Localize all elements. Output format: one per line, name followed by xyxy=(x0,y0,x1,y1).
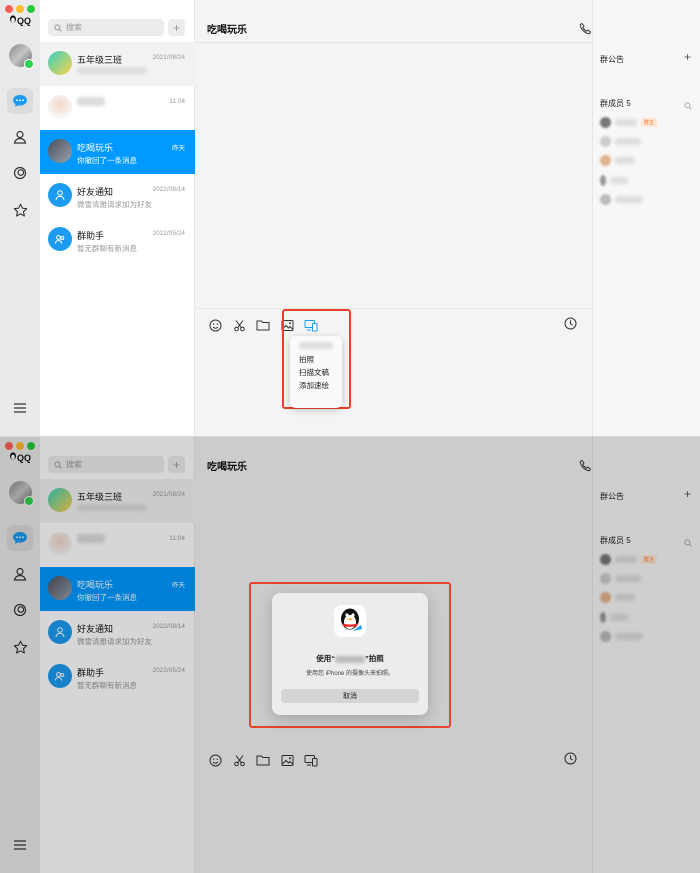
group-notice-label: 群公告 xyxy=(600,55,624,64)
owner-badge: 群主 xyxy=(641,118,658,127)
chat-preview-blurred xyxy=(77,67,147,76)
qq-window-menu-state: QQ 搜索 + 五年级三班 2021/08/24 11:04 吃喝玩乐 昨天 你… xyxy=(0,0,700,436)
clock-icon xyxy=(564,317,577,330)
camera-permission-dialog: 使用“ ”拍照 使用您 iPhone 的摄像头来拍照。 取消 xyxy=(272,593,428,715)
chat-item-private[interactable]: 11:04 xyxy=(40,86,195,130)
device-name-blurred xyxy=(299,342,333,351)
chat-time: 11:04 xyxy=(169,98,185,105)
main-menu-button[interactable] xyxy=(7,395,33,421)
space-nav-button[interactable] xyxy=(7,160,33,186)
chat-time: 2022/08/14 xyxy=(152,186,185,193)
chat-main: 吃喝玩乐 xyxy=(195,0,700,436)
chat-title: 吃喝玩乐 xyxy=(207,25,247,36)
messages-nav-button[interactable] xyxy=(7,88,33,114)
emoji-button[interactable] xyxy=(207,317,223,333)
chat-name: 吃喝玩乐 xyxy=(77,143,114,153)
penguin-icon xyxy=(10,15,16,23)
group-helper-avatar xyxy=(48,227,72,251)
qq-window-dialog-state: QQ 搜索 + 五年级三班 2021/08/24 11:04 吃喝玩乐 昨天 你… xyxy=(0,437,700,873)
chat-time: 2022/05/24 xyxy=(152,230,185,237)
search-input[interactable]: 搜索 xyxy=(48,19,164,36)
member-item[interactable]: 群主 xyxy=(600,117,658,128)
phone-icon xyxy=(579,23,591,35)
nav-rail: QQ xyxy=(0,0,40,436)
person-icon xyxy=(55,190,65,201)
zoom-window-button[interactable] xyxy=(27,5,35,13)
person-icon xyxy=(13,130,27,144)
member-item[interactable] xyxy=(600,136,641,147)
chat-time: 2021/08/24 xyxy=(152,54,185,61)
smiley-icon xyxy=(209,319,221,331)
group-avatar xyxy=(48,51,72,75)
member-item[interactable] xyxy=(600,194,643,205)
chat-bubble-icon xyxy=(13,95,27,107)
search-icon xyxy=(684,102,692,110)
chat-item-group-helper[interactable]: 群助手 2022/05/24 暂无群聊有新消息 xyxy=(40,218,195,262)
star-icon xyxy=(13,203,27,217)
chat-preview: 微雪清雅请求加为好友 xyxy=(77,200,152,209)
member-item[interactable] xyxy=(600,155,635,166)
history-button[interactable] xyxy=(564,317,580,333)
member-search-button[interactable] xyxy=(684,97,692,115)
contacts-nav-button[interactable] xyxy=(7,124,33,150)
user-avatar[interactable] xyxy=(9,44,34,69)
add-notice-button[interactable]: + xyxy=(684,50,691,64)
chat-name: 好友通知 xyxy=(77,187,114,197)
device-import-menu: 拍照 扫描文稿 添加速绘 xyxy=(290,336,342,408)
cancel-button[interactable]: 取消 xyxy=(281,689,419,703)
group-avatar xyxy=(48,139,72,163)
screenshot-button[interactable] xyxy=(231,317,247,333)
chat-time: 昨天 xyxy=(172,145,185,152)
minimize-window-button[interactable] xyxy=(16,5,24,13)
scissors-icon xyxy=(233,319,245,331)
window-controls xyxy=(5,5,35,13)
menu-item-scan-document[interactable]: 扫描文稿 xyxy=(299,367,329,378)
friend-avatar xyxy=(48,95,72,119)
search-placeholder: 搜索 xyxy=(66,23,82,32)
add-button[interactable]: + xyxy=(168,19,185,36)
input-divider xyxy=(195,308,592,309)
chat-name: 五年级三班 xyxy=(77,55,123,65)
dialog-subtitle: 使用您 iPhone 的摄像头来拍照。 xyxy=(305,671,395,677)
chat-item-friend-notice[interactable]: 好友通知 2022/08/14 微雪清雅请求加为好友 xyxy=(40,174,195,218)
chat-preview: 暂无群聊有新消息 xyxy=(77,244,137,253)
chat-item-active[interactable]: 吃喝玩乐 昨天 你撤回了一条消息 xyxy=(40,130,195,174)
close-window-button[interactable] xyxy=(5,5,13,13)
hamburger-icon xyxy=(14,403,26,413)
favorites-nav-button[interactable] xyxy=(7,197,33,223)
file-button[interactable] xyxy=(255,317,271,333)
group-icon xyxy=(54,235,65,244)
menu-item-add-sketch[interactable]: 添加速绘 xyxy=(299,380,329,391)
search-icon xyxy=(54,23,62,32)
menu-item-take-photo[interactable]: 拍照 xyxy=(299,354,314,365)
chat-name: 群助手 xyxy=(77,231,105,241)
orbit-icon xyxy=(13,166,27,180)
friend-notice-avatar xyxy=(48,183,72,207)
group-info-panel: 群公告 + 群成员 5 群主 xyxy=(592,0,700,436)
group-members-label: 群成员 5 xyxy=(600,99,631,108)
app-brand: QQ xyxy=(9,15,31,26)
chat-name-blurred xyxy=(77,97,105,108)
dialog-title: 使用“ ”拍照 xyxy=(316,654,384,663)
chat-preview: 你撤回了一条消息 xyxy=(77,156,137,165)
qq-logo-icon xyxy=(334,605,366,637)
chat-list: 搜索 + 五年级三班 2021/08/24 11:04 吃喝玩乐 昨天 你撤回了… xyxy=(40,0,195,436)
chat-item-group-class[interactable]: 五年级三班 2021/08/24 xyxy=(40,42,195,86)
member-item[interactable] xyxy=(600,175,628,186)
folder-icon xyxy=(256,320,270,331)
